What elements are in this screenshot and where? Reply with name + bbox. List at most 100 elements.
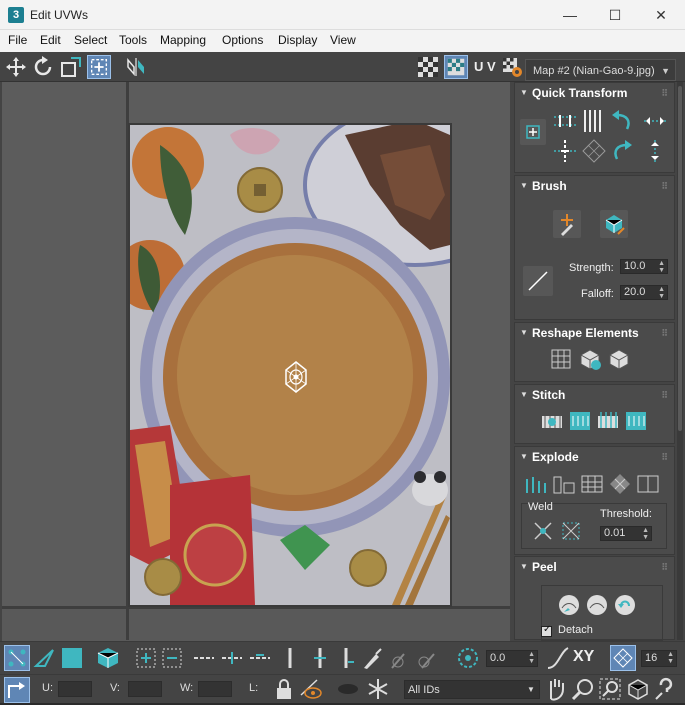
ring-icon[interactable]	[278, 646, 302, 670]
strength-spinner[interactable]: 10.0 ▲ ▼	[620, 259, 668, 274]
soft-selection-curve-icon[interactable]	[546, 646, 570, 670]
loop-shrink-icon[interactable]	[248, 646, 272, 670]
menu-tools[interactable]: Tools	[119, 33, 147, 47]
align-bottom-icon[interactable]	[551, 137, 579, 165]
menu-view[interactable]: View	[330, 33, 356, 47]
vertex-mode-button[interactable]	[4, 645, 30, 671]
hide-selected-icon[interactable]	[336, 677, 360, 701]
scale-icon[interactable]	[59, 55, 83, 79]
edge-mode-icon[interactable]	[33, 646, 57, 670]
reshape-elements-header[interactable]: ▼ Reshape Elements ⠿	[515, 323, 674, 343]
paint-move-button[interactable]	[553, 210, 581, 238]
transform-gizmo-icon[interactable]	[283, 360, 309, 394]
brush-header[interactable]: ▼ Brush ⠿	[515, 176, 674, 196]
ids-dropdown[interactable]: All IDs ▼	[404, 680, 540, 699]
straighten-selection-icon[interactable]	[548, 346, 574, 372]
align-vertical-icon[interactable]	[580, 107, 606, 135]
loop-icon[interactable]	[192, 646, 216, 670]
menu-select[interactable]: Select	[74, 33, 107, 47]
break-by-uv-icon[interactable]	[607, 471, 633, 497]
w-field[interactable]	[198, 681, 232, 697]
reset-peel-icon[interactable]	[612, 592, 638, 618]
rotate-icon[interactable]	[31, 55, 55, 79]
relax-icon[interactable]	[606, 346, 632, 372]
weld-target-icon[interactable]	[558, 518, 584, 544]
falloff-toggle-button[interactable]	[610, 645, 636, 671]
angle-spinner[interactable]: 0.0 ▲ ▼	[486, 650, 538, 667]
polygon-mode-icon[interactable]	[60, 646, 84, 670]
paint-select-icon[interactable]	[360, 646, 384, 670]
menu-display[interactable]: Display	[278, 33, 317, 47]
grow-selection-icon[interactable]	[134, 646, 158, 670]
peel-header[interactable]: ▼ Peel ⠿	[515, 557, 674, 577]
shrink-selection-icon[interactable]	[160, 646, 184, 670]
menu-edit[interactable]: Edit	[40, 33, 61, 47]
minimize-button[interactable]: —	[547, 0, 593, 30]
spacing-vertical-icon[interactable]	[641, 137, 669, 165]
falloff-label: Falloff:	[581, 288, 614, 300]
quick-transform-align-button[interactable]	[520, 119, 546, 145]
break-by-edge-icon[interactable]	[635, 471, 661, 497]
relax-until-flat-icon[interactable]	[577, 346, 603, 372]
brush-rollout: ▼ Brush ⠿ Strength: 10.0 ▲ ▼ Falloff: 20.0 ▲ ▼	[514, 175, 675, 320]
xy-toggle[interactable]: XY	[573, 648, 594, 666]
checker-alt-button[interactable]	[444, 55, 468, 79]
quick-transform-header[interactable]: ▼ Quick Transform ⠿	[515, 83, 674, 103]
rotate-ccw-icon[interactable]	[609, 107, 635, 135]
brush-falloff-curve-button[interactable]	[523, 266, 553, 296]
weld-selected-icon[interactable]	[530, 518, 556, 544]
menu-file[interactable]: File	[8, 33, 27, 47]
stitch-to-source-icon[interactable]	[567, 408, 593, 434]
help-icon[interactable]	[654, 677, 678, 701]
falloff-spinner[interactable]: 20.0 ▲ ▼	[620, 285, 668, 300]
loop-grow-icon[interactable]	[220, 646, 244, 670]
explode-header[interactable]: ▼ Explode ⠿	[515, 447, 674, 467]
quick-peel-icon[interactable]	[556, 592, 582, 618]
absolute-offset-toggle[interactable]	[4, 677, 30, 703]
stitch-average-icon[interactable]	[595, 408, 621, 434]
rotate-cw-icon[interactable]	[609, 137, 635, 165]
menu-options[interactable]: Options	[222, 33, 263, 47]
move-icon[interactable]	[4, 55, 28, 79]
v-field[interactable]	[128, 681, 162, 697]
threshold-spinner[interactable]: 0.01 ▲ ▼	[600, 526, 652, 541]
falloff-count-spinner[interactable]: 16 ▲ ▼	[641, 650, 677, 667]
zoom-icon[interactable]	[571, 677, 595, 701]
pan-hand-icon[interactable]	[544, 677, 568, 701]
relax-brush-button[interactable]	[600, 210, 628, 238]
checker-icon[interactable]	[416, 55, 440, 79]
ring-shrink-icon[interactable]	[334, 646, 358, 670]
lock-icon[interactable]	[272, 677, 296, 701]
uv-icon[interactable]: U V	[474, 59, 496, 74]
panel-scrollbar[interactable]	[677, 82, 683, 640]
mirror-icon[interactable]	[124, 55, 148, 79]
close-button[interactable]: ✕	[638, 0, 684, 30]
spacing-horizontal-icon[interactable]	[641, 107, 669, 135]
break-by-smoothing-icon[interactable]	[551, 471, 577, 497]
scrollbar-thumb[interactable]	[678, 86, 682, 431]
settings-icon[interactable]	[500, 55, 524, 79]
stitch-custom-icon[interactable]	[539, 408, 565, 434]
map-dropdown[interactable]: Map #2 (Nian-Gao-9.jpg) ▼	[525, 59, 676, 81]
zoom-region-icon[interactable]	[598, 677, 622, 701]
break-by-polygon-icon[interactable]	[523, 471, 549, 497]
freeform-mode-button[interactable]	[87, 55, 111, 79]
pelt-map-icon[interactable]	[584, 592, 610, 618]
ring-grow-icon[interactable]	[308, 646, 332, 670]
stitch-to-target-icon[interactable]	[623, 408, 649, 434]
element-mode-icon[interactable]	[96, 646, 120, 670]
align-horizontal-icon[interactable]	[551, 107, 579, 135]
u-field[interactable]	[58, 681, 92, 697]
break-by-material-icon[interactable]	[579, 471, 605, 497]
maximize-button[interactable]: ☐	[592, 0, 638, 30]
show-hide-icon[interactable]	[299, 677, 323, 701]
menu-mapping[interactable]: Mapping	[160, 33, 206, 47]
paint-shrink-icon[interactable]	[414, 646, 438, 670]
paint-grow-icon[interactable]	[388, 646, 412, 670]
grid-align-icon[interactable]	[580, 137, 608, 165]
freeze-icon[interactable]	[366, 677, 390, 701]
detach-checkbox[interactable]: ✓	[541, 624, 552, 637]
rotate-snap-icon[interactable]	[456, 646, 480, 670]
stitch-header[interactable]: ▼ Stitch ⠿	[515, 385, 674, 405]
zoom-extents-icon[interactable]	[626, 677, 650, 701]
